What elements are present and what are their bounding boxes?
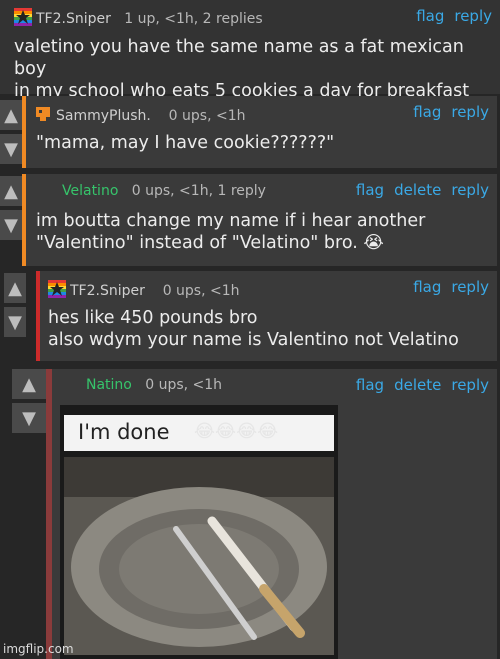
meme-image[interactable]: I'm done 😂😂😂😂 (60, 405, 338, 659)
thread-bar (36, 271, 40, 361)
comment-stats: 0 ups, <1h, 1 reply (131, 183, 266, 199)
upvote-arrow-icon[interactable]: ▲ (0, 100, 22, 130)
comment-actions: flag reply (406, 7, 492, 25)
comment-meta: Velatino 0 ups, <1h, 1 reply (62, 183, 266, 199)
upvote-arrow-icon[interactable]: ▲ (0, 176, 22, 206)
flag-button[interactable]: flag (413, 278, 441, 296)
comment-actions: flag delete reply (346, 376, 489, 394)
comment-stats: 0 ups, <1h (145, 377, 223, 393)
upvote-arrow-icon[interactable]: ▲ (4, 273, 26, 303)
comment-username[interactable]: Natino (86, 377, 132, 393)
delete-button[interactable]: delete (394, 181, 441, 199)
reply-button[interactable]: reply (451, 103, 489, 121)
downvote-arrow-icon[interactable]: ▼ (12, 403, 46, 433)
rainbow-star-avatar (14, 8, 32, 26)
downvote-arrow-icon[interactable]: ▼ (0, 210, 22, 240)
comment: TF2.Sniper 1 up, <1h, 2 replies flag repl… (0, 0, 500, 101)
crying-laughing-emojis: 😂😂😂😂 (194, 421, 279, 442)
orange-robot-avatar (34, 105, 52, 123)
reply-button[interactable]: reply (451, 278, 489, 296)
vote-controls: ▲ ▼ (4, 273, 26, 341)
flag-button[interactable]: flag (413, 103, 441, 121)
comment-stats: 0 ups, <1h (168, 108, 246, 124)
meme-caption-panel: I'm done 😂😂😂😂 (64, 415, 334, 451)
flag-button[interactable]: flag (356, 181, 384, 199)
comment-username[interactable]: Velatino (62, 183, 118, 199)
flag-button[interactable]: flag (356, 376, 384, 394)
upvote-arrow-icon[interactable]: ▲ (12, 369, 46, 399)
downvote-arrow-icon[interactable]: ▼ (0, 134, 22, 164)
comment-body: im boutta change my name if i hear anoth… (36, 211, 426, 253)
thread-bar (22, 174, 26, 266)
empty-plate-photo (64, 457, 334, 655)
comment-meta: SammyPlush. 0 ups, <1h (34, 105, 246, 124)
comment-username[interactable]: SammyPlush. (56, 108, 151, 124)
comment-actions: flag reply (403, 103, 489, 121)
comment-actions: flag reply (403, 278, 489, 296)
comment: Velatino 0 ups, <1h, 1 reply flag delete r… (22, 174, 497, 266)
comment: Natino 0 ups, <1h flag delete reply I'm do… (46, 369, 497, 659)
reply-button[interactable]: reply (451, 376, 489, 394)
comment-meta: Natino 0 ups, <1h (86, 377, 222, 393)
comment-actions: flag delete reply (346, 181, 489, 199)
vote-controls: ▲ ▼ (0, 176, 22, 244)
comment-meta: TF2.Sniper 1 up, <1h, 2 replies (14, 8, 263, 27)
reply-button[interactable]: reply (451, 181, 489, 199)
downvote-arrow-icon[interactable]: ▼ (4, 307, 26, 337)
delete-button[interactable]: delete (394, 376, 441, 394)
rainbow-star-avatar (48, 280, 66, 298)
comment-meta: TF2.Sniper 0 ups, <1h (48, 280, 240, 299)
comment-username[interactable]: TF2.Sniper (70, 283, 145, 299)
comment-username[interactable]: TF2.Sniper (36, 11, 111, 27)
watermark: imgflip.com (3, 642, 74, 656)
comment-stats: 0 ups, <1h (162, 283, 240, 299)
thread-bar (46, 369, 52, 659)
comment-body: "mama, may I have cookie??????" (36, 133, 335, 153)
vote-controls: ▲ ▼ (0, 100, 22, 168)
reply-button[interactable]: reply (454, 7, 492, 25)
thread-bar (22, 96, 26, 168)
comment: TF2.Sniper 0 ups, <1h flag reply hes like… (36, 271, 497, 361)
comment-body: hes like 450 pounds bro also wdym your n… (48, 308, 459, 350)
meme-caption: I'm done (78, 420, 170, 444)
comment-body: valetino you have the same name as a fat… (14, 37, 470, 101)
flag-button[interactable]: flag (416, 7, 444, 25)
vote-controls: ▲ ▼ (12, 369, 46, 437)
comment-stats: 1 up, <1h, 2 replies (124, 11, 263, 27)
comment: SammyPlush. 0 ups, <1h flag reply "mama, … (22, 96, 497, 168)
